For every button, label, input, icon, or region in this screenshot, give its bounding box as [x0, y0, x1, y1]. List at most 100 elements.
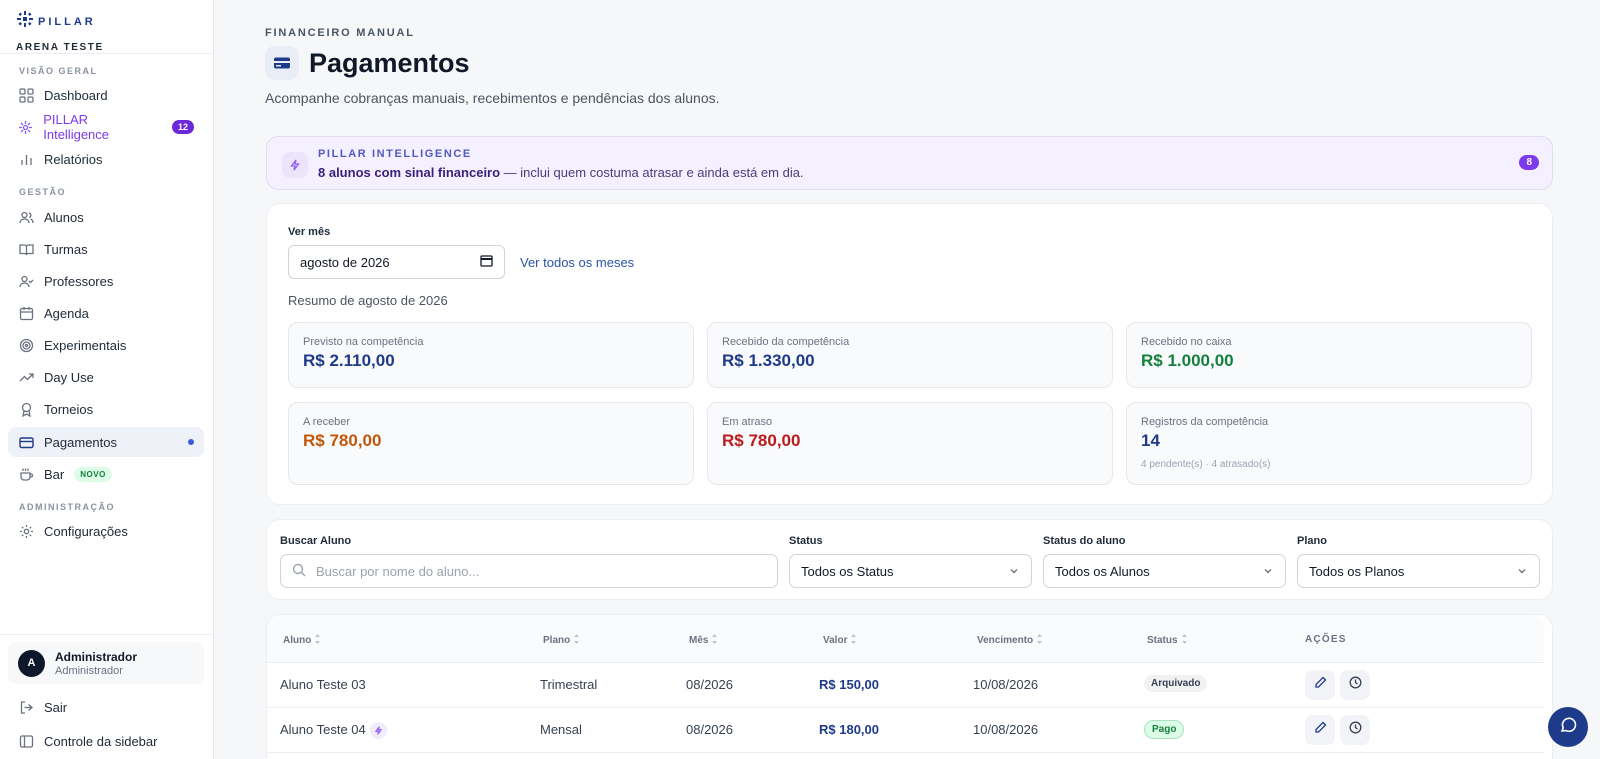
stat-to-receive: A receber R$ 780,00: [288, 402, 694, 485]
status-badge: Pago: [1144, 720, 1185, 739]
grid-icon: [18, 87, 34, 103]
sidebar-item-classes[interactable]: Turmas: [8, 234, 204, 264]
table-row[interactable]: Aluno Teste 03 Trimestral 08/2026 R$ 150…: [267, 663, 1544, 708]
stat-label: A receber: [303, 416, 351, 428]
stat-label: Recebido no caixa: [1141, 336, 1232, 348]
stat-value: R$ 2.110,00: [303, 351, 395, 370]
page-title: Pagamentos: [309, 47, 470, 78]
intelligence-description: — inclui quem costuma atrasar e ainda es…: [500, 165, 804, 180]
sidebar-item-label: Agenda: [44, 305, 89, 321]
table-row[interactable]: Aluno Teste 04 Mensal 08/2026 R$ 180,00 …: [267, 708, 1544, 753]
plan-label: Plano: [1297, 535, 1327, 547]
sidebar-item-students[interactable]: Alunos: [8, 202, 204, 232]
cell-value: R$ 150,00: [819, 677, 879, 692]
edit-button[interactable]: [1305, 715, 1335, 745]
user-card[interactable]: A Administrador Administrador: [8, 642, 204, 684]
cell-student: Aluno Teste 04: [280, 722, 387, 740]
sidebar-divider: [0, 634, 213, 635]
avatar: A: [18, 649, 45, 677]
chat-button[interactable]: [1548, 707, 1588, 747]
active-indicator: [188, 439, 194, 445]
award-icon: [18, 401, 34, 417]
student-status-value: Todos os Alunos: [1055, 563, 1150, 579]
new-badge: NOVO: [74, 466, 112, 482]
user-role: Administrador: [55, 664, 123, 677]
plan-select[interactable]: Todos os Planos: [1297, 554, 1540, 588]
status-badge: Arquivado: [1144, 675, 1208, 692]
search-input[interactable]: Buscar por nome do aluno...: [280, 554, 778, 588]
sidebar-item-tournaments[interactable]: Torneios: [8, 394, 204, 424]
month-picker-input[interactable]: agosto de 2026: [288, 245, 505, 279]
student-status-select[interactable]: Todos os Alunos: [1043, 554, 1286, 588]
chevron-down-icon: [1516, 565, 1528, 577]
history-button[interactable]: [1340, 670, 1370, 700]
cell-plan: Trimestral: [540, 677, 598, 692]
book-icon: [18, 241, 34, 257]
sidebar-item-label: Professores: [44, 273, 114, 289]
sidebar-toggle-button[interactable]: Controle da sidebar: [8, 726, 204, 756]
stat-value: R$ 1.330,00: [722, 351, 815, 370]
column-header-value[interactable]: Valor: [823, 634, 857, 647]
calendar-icon[interactable]: [480, 254, 493, 270]
chevron-down-icon: [1008, 565, 1020, 577]
sidebar-item-label: Dashboard: [44, 87, 108, 103]
sort-icon: [711, 634, 718, 647]
sidebar-item-reports[interactable]: Relatórios: [8, 144, 204, 174]
column-header-due[interactable]: Vencimento: [977, 634, 1043, 647]
stat-forecast: Previsto na competência R$ 2.110,00: [288, 322, 694, 388]
user-check-icon: [18, 273, 34, 289]
student-status-label: Status do aluno: [1043, 535, 1126, 547]
sidebar-item-settings[interactable]: Configurações: [8, 516, 204, 546]
status-label: Status: [789, 535, 823, 547]
stat-overdue: Em atraso R$ 780,00: [707, 402, 1113, 485]
see-all-months-link[interactable]: Ver todos os meses: [520, 255, 634, 270]
cell-student: Aluno Teste 03: [280, 677, 366, 692]
stat-note: 4 pendente(s) · 4 atrasado(s): [1141, 459, 1271, 470]
sidebar-item-agenda[interactable]: Agenda: [8, 298, 204, 328]
sidebar-item-label: PILLAR Intelligence: [43, 112, 110, 142]
sidebar-toggle-label: Controle da sidebar: [44, 733, 158, 749]
sidebar-item-intelligence[interactable]: PILLAR Intelligence 12: [8, 112, 204, 142]
chevron-down-icon: [1262, 565, 1274, 577]
stat-value: R$ 780,00: [303, 431, 382, 450]
column-header-student[interactable]: Aluno: [283, 634, 321, 647]
sidebar-item-label: Turmas: [44, 241, 88, 257]
sort-icon: [850, 634, 857, 647]
column-header-status[interactable]: Status: [1147, 634, 1188, 647]
logout-label: Sair: [44, 699, 68, 715]
sidebar-item-teachers[interactable]: Professores: [8, 266, 204, 296]
intelligence-banner[interactable]: PILLAR INTELLIGENCE 8 alunos com sinal f…: [266, 136, 1553, 190]
stat-label: Previsto na competência: [303, 336, 424, 348]
logout-button[interactable]: Sair: [8, 692, 204, 722]
main-content: FINANCEIRO MANUAL Pagamentos Acompanhe c…: [214, 0, 1600, 759]
section-management: GESTÃO: [19, 187, 67, 197]
column-header-plan[interactable]: Plano: [543, 634, 580, 647]
sidebar-item-label: Experimentais: [44, 337, 127, 353]
sidebar-item-payments[interactable]: Pagamentos: [8, 427, 204, 457]
intelligence-flag-icon[interactable]: [369, 722, 387, 740]
intelligence-title: PILLAR INTELLIGENCE: [318, 148, 472, 160]
sidebar-item-label: Bar: [44, 466, 65, 482]
spark-icon: [18, 119, 33, 135]
stat-value: R$ 780,00: [722, 431, 801, 450]
section-overview: VISÃO GERAL: [19, 66, 98, 76]
cell-month: 08/2026: [686, 677, 733, 692]
clock-icon: [1349, 676, 1362, 694]
sidebar-item-bar[interactable]: Bar NOVO: [8, 459, 204, 489]
page-subtitle: Acompanhe cobranças manuais, recebimento…: [265, 90, 720, 106]
sort-icon: [573, 634, 580, 647]
users-icon: [18, 209, 34, 225]
history-button[interactable]: [1340, 715, 1370, 745]
sidebar-item-day-use[interactable]: Day Use: [8, 362, 204, 392]
sidebar-item-dashboard[interactable]: Dashboard: [8, 80, 204, 110]
status-select[interactable]: Todos os Status: [789, 554, 1032, 588]
payments-table: Aluno Plano Mês Valor Vencimento Status …: [266, 614, 1553, 759]
credit-card-icon: [18, 434, 34, 450]
plan-value: Todos os Planos: [1309, 563, 1405, 579]
search-icon: [292, 563, 306, 580]
column-header-month[interactable]: Mês: [689, 634, 718, 647]
sidebar-item-label: Configurações: [44, 523, 128, 539]
stat-received-cash: Recebido no caixa R$ 1.000,00: [1126, 322, 1532, 388]
edit-button[interactable]: [1305, 670, 1335, 700]
sidebar-item-trials[interactable]: Experimentais: [8, 330, 204, 360]
